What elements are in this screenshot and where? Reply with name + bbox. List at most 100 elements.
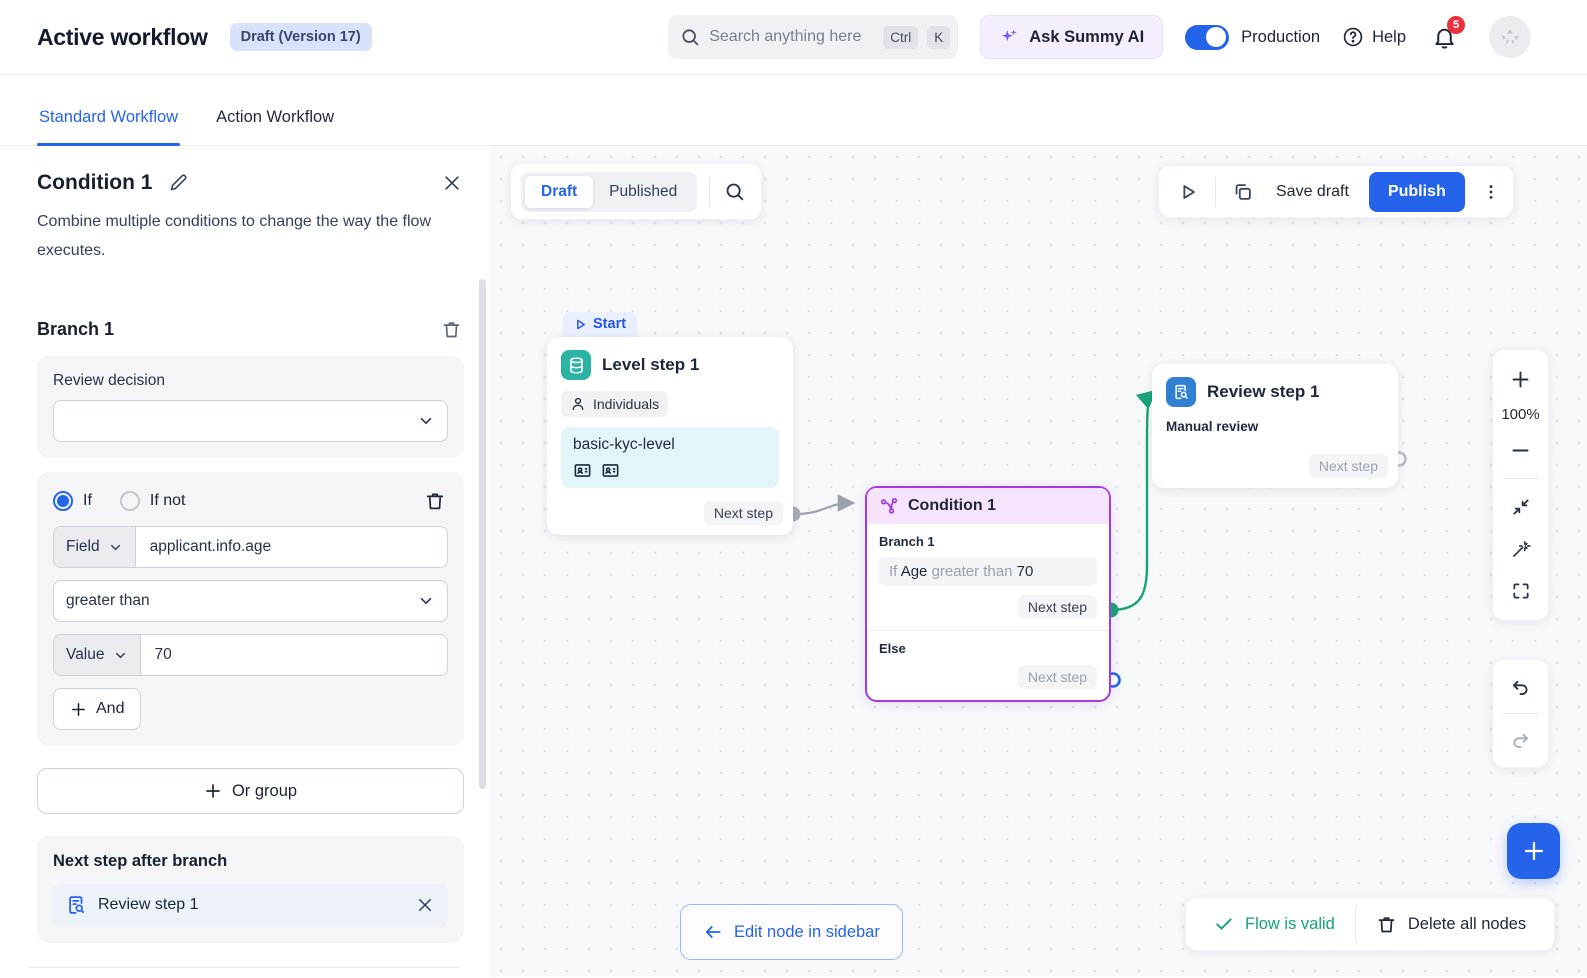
node-condition[interactable]: Condition 1 Branch 1 If Age greater than… [865, 486, 1111, 702]
individuals-label: Individuals [593, 396, 660, 412]
operator-select[interactable]: greater than [53, 580, 448, 622]
trash-icon [1376, 914, 1397, 935]
rule-if: If [889, 563, 898, 580]
more-options-button[interactable] [1479, 180, 1503, 204]
arrow-left-icon [703, 922, 723, 942]
play-icon [1177, 181, 1199, 203]
rename-condition-button[interactable] [166, 170, 191, 195]
sidebar-title: Condition 1 [37, 170, 153, 194]
remove-next-step-button[interactable] [414, 894, 436, 916]
id-card-icon [573, 461, 592, 480]
fit-view-button[interactable] [1501, 488, 1541, 526]
global-search[interactable]: Ctrl K [668, 15, 959, 59]
operator-value: greater than [66, 592, 150, 609]
tab-action-workflow[interactable]: Action Workflow [214, 108, 336, 145]
notification-count-badge: 5 [1447, 15, 1465, 34]
published-tab[interactable]: Published [593, 176, 693, 208]
kyc-level-box[interactable]: basic-kyc-level [561, 427, 779, 488]
version-badge: Draft (Version 17) [229, 23, 372, 51]
copy-icon [1232, 181, 1254, 203]
kbd-ctrl: Ctrl [883, 25, 919, 49]
add-or-group-button[interactable]: Or group [37, 768, 464, 814]
notifications-button[interactable]: 5 [1432, 15, 1465, 50]
undo-button[interactable] [1501, 668, 1541, 706]
review-decision-select[interactable] [53, 400, 448, 442]
rule-field: Age [900, 563, 928, 580]
delete-all-nodes-button[interactable]: Delete all nodes [1356, 914, 1546, 935]
chevron-down-icon [417, 412, 435, 430]
divider [867, 630, 1109, 631]
value-type-select[interactable]: Value [54, 635, 141, 675]
person-icon [570, 396, 586, 412]
delete-rule-button[interactable] [422, 488, 448, 514]
check-icon [1214, 914, 1234, 934]
radio-if-not[interactable] [119, 491, 140, 511]
value-input[interactable] [140, 635, 447, 675]
trash-icon [441, 319, 462, 340]
zoom-out-button[interactable] [1501, 431, 1541, 469]
radio-if[interactable] [53, 491, 73, 511]
node-level-step[interactable]: Level step 1 Individuals basic-kyc-level [547, 337, 793, 535]
zoom-in-button[interactable] [1501, 360, 1541, 398]
add-and-condition-button[interactable]: And [53, 688, 142, 730]
review-node-title: Review step 1 [1207, 382, 1320, 401]
edit-node-in-sidebar-button[interactable]: Edit node in sidebar [680, 904, 903, 960]
close-sidebar-button[interactable] [440, 171, 464, 195]
sidebar-description: Combine multiple conditions to change th… [37, 213, 431, 259]
divider [1502, 478, 1539, 479]
workflow-canvas[interactable]: Draft Published Save draft Publish Start… [490, 146, 1587, 977]
chevron-down-icon [108, 540, 123, 555]
plus-icon [1510, 369, 1531, 390]
production-label: Production [1241, 27, 1321, 46]
next-step-card: Next step after branch Review step 1 [37, 836, 464, 943]
review-next-step-pill[interactable]: Next step [1308, 454, 1388, 478]
condition-branch-label: Branch 1 [879, 534, 935, 549]
run-workflow-button[interactable] [1175, 179, 1201, 205]
redo-icon [1510, 730, 1531, 751]
field-type-select[interactable]: Field [54, 527, 136, 567]
duplicate-button[interactable] [1230, 179, 1256, 205]
ask-ai-button[interactable]: Ask Summy AI [980, 15, 1164, 59]
canvas-search-button[interactable] [722, 179, 747, 204]
level-next-step-pill[interactable]: Next step [703, 501, 783, 525]
publish-button[interactable]: Publish [1368, 171, 1465, 212]
plus-icon [204, 782, 222, 800]
rule-operator: greater than [931, 563, 1013, 580]
search-icon [724, 181, 745, 202]
id-card-icon [601, 461, 620, 480]
branch-title: Branch 1 [37, 319, 115, 339]
sidebar-scrollbar[interactable] [479, 279, 486, 789]
divider [709, 176, 711, 207]
condition-sidebar: Condition 1 Combine multiple conditions … [0, 146, 490, 977]
auto-layout-button[interactable] [1501, 530, 1541, 568]
save-draft-button[interactable]: Save draft [1270, 183, 1355, 201]
field-path-input[interactable] [135, 527, 447, 567]
production-toggle[interactable] [1185, 24, 1230, 50]
kebab-icon [1481, 182, 1501, 202]
plus-icon [70, 701, 87, 718]
avatar[interactable] [1489, 16, 1531, 58]
next-step-label: Next step after branch [53, 852, 228, 870]
fullscreen-button[interactable] [1501, 572, 1541, 610]
review-icon [65, 894, 87, 916]
node-review-step[interactable]: Review step 1 Manual review Next step [1152, 364, 1398, 488]
redo-button[interactable] [1501, 721, 1541, 759]
history-toolbar [1492, 659, 1549, 768]
draft-tab[interactable]: Draft [525, 175, 594, 208]
next-step-item[interactable]: Review step 1 [53, 883, 448, 927]
condition-next-step-pill[interactable]: Next step [1017, 595, 1097, 619]
help-button[interactable]: Help [1342, 26, 1406, 48]
add-node-button[interactable] [1507, 823, 1560, 879]
tab-standard-workflow[interactable]: Standard Workflow [37, 108, 181, 146]
search-icon [680, 27, 700, 47]
collapse-icon [1511, 497, 1531, 517]
plus-icon [1522, 839, 1546, 863]
app-header: Active workflow Draft (Version 17) Ctrl … [0, 0, 1587, 75]
search-input[interactable] [709, 28, 875, 46]
page-title: Active workflow [37, 23, 208, 50]
chevron-down-icon [417, 592, 435, 610]
else-next-step-pill[interactable]: Next step [1017, 665, 1097, 689]
zoom-level: 100% [1501, 406, 1540, 423]
delete-branch-button[interactable] [439, 317, 464, 342]
start-badge: Start [563, 312, 638, 338]
